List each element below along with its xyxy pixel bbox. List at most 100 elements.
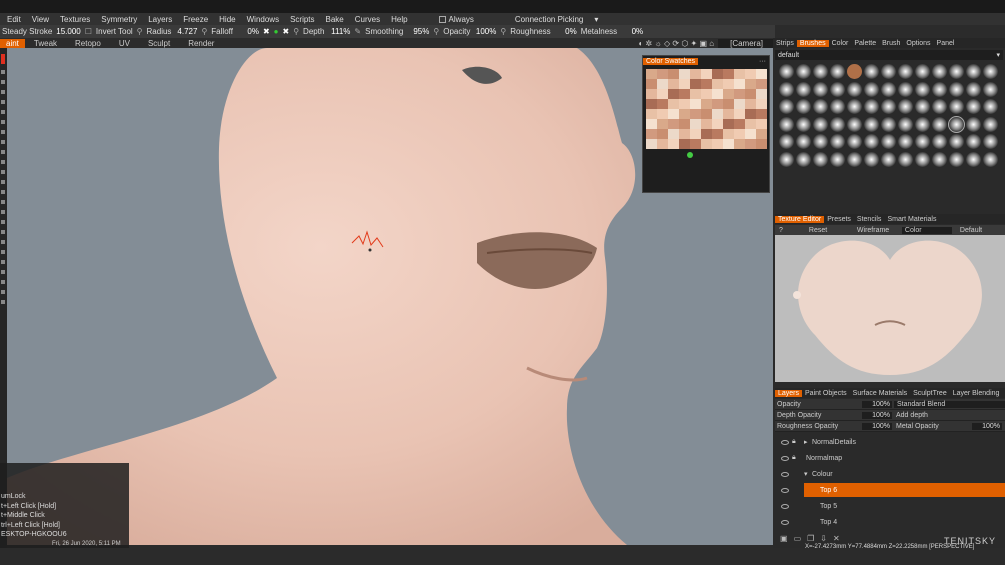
color-swatch[interactable] [646,139,657,149]
layer-opacity-value[interactable]: 100% [862,400,892,408]
search-icon[interactable]: ⚲ [201,27,207,36]
color-swatch[interactable] [745,129,756,139]
color-swatch[interactable] [701,79,712,89]
brush-alpha-icon[interactable] [898,81,913,97]
brush-alpha-icon[interactable] [864,81,879,97]
brush-alpha-icon[interactable] [796,64,811,79]
tab-uv[interactable]: UV [110,39,139,48]
menu-layers[interactable]: Layers [148,15,172,24]
color-swatch[interactable] [723,89,734,99]
color-swatch[interactable] [712,139,723,149]
color-swatch[interactable] [723,139,734,149]
brush-alpha-icon[interactable] [779,64,794,79]
list-item[interactable]: 🔒︎ ▸ NormalDetails [775,434,1005,450]
color-swatch[interactable] [745,79,756,89]
list-item[interactable]: Top 4 [775,514,1005,530]
close-icon[interactable]: ✖ [263,27,270,36]
tab-presets[interactable]: Presets [824,216,854,223]
color-swatch[interactable] [690,109,701,119]
brush-alpha-icon[interactable] [779,81,794,97]
tab-sculpttree[interactable]: SculptTree [910,390,950,397]
menu-textures[interactable]: Textures [60,15,90,24]
brush-alpha-icon[interactable] [830,64,845,79]
color-swatch[interactable] [734,119,745,129]
brush-alpha-icon[interactable] [813,81,828,97]
color-swatch[interactable] [712,99,723,109]
color-swatch[interactable] [712,89,723,99]
stroke-value[interactable]: 15.000 [56,27,80,36]
brush-alpha-icon[interactable] [915,81,930,97]
brush-alpha-icon[interactable] [932,151,947,167]
color-swatch[interactable] [734,69,745,79]
depth-opacity-value[interactable]: 100% [862,411,892,419]
brush-alpha-icon[interactable] [983,151,998,167]
brush-alpha-icon[interactable] [932,64,947,79]
color-swatch[interactable] [646,89,657,99]
color-swatch[interactable] [723,79,734,89]
brush-alpha-icon[interactable] [932,81,947,97]
color-swatch[interactable] [657,99,668,109]
brush-alpha-icon[interactable] [949,99,964,114]
brush-alpha-icon[interactable] [932,134,947,149]
tab-smart-materials[interactable]: Smart Materials [884,216,939,223]
color-swatch[interactable] [668,79,679,89]
color-swatch[interactable] [679,109,690,119]
color-swatch[interactable] [668,119,679,129]
tab-brush[interactable]: Brush [879,40,903,47]
brush-alpha-icon[interactable] [779,134,794,149]
color-swatch[interactable] [756,79,767,89]
tool-icon[interactable] [1,180,5,184]
brush-alpha-icon[interactable] [796,116,811,132]
tab-paint[interactable]: aint [0,38,25,48]
brush-alpha-icon[interactable] [796,134,811,149]
brush-alpha-icon[interactable] [948,115,965,133]
brush-alpha-icon[interactable] [898,151,913,167]
eye-icon[interactable] [781,471,789,477]
tool-icon[interactable] [1,290,5,294]
menu-hide[interactable]: Hide [219,15,235,24]
tab-brushes[interactable]: Brushes [796,39,829,47]
brush-alpha-icon[interactable] [966,151,981,167]
color-swatch[interactable] [756,129,767,139]
collapse-arrow-icon[interactable]: ▾ [804,470,812,478]
falloff-value[interactable]: 0% [237,27,259,36]
color-swatch[interactable] [712,109,723,119]
tool-icon[interactable] [1,130,5,134]
color-swatch[interactable] [701,129,712,139]
brush-alpha-icon[interactable] [881,64,896,79]
brush-alpha-icon[interactable] [864,151,879,167]
list-item[interactable]: 🔒︎ Normalmap [775,450,1005,466]
brush-alpha-icon[interactable] [847,134,862,149]
brush-alpha-icon[interactable] [830,134,845,149]
color-swatch[interactable] [690,119,701,129]
tab-options[interactable]: Options [903,40,933,47]
color-swatch[interactable] [657,119,668,129]
color-swatch[interactable] [712,119,723,129]
tool-icon[interactable] [1,190,5,194]
menu-view[interactable]: View [32,15,49,24]
brush-alpha-icon[interactable] [830,151,845,167]
eye-icon[interactable] [781,519,789,525]
list-item[interactable]: ▾ Colour [775,466,1005,482]
tool-icon[interactable] [1,280,5,284]
color-swatch[interactable] [745,139,756,149]
brush-alpha-icon[interactable] [813,64,828,79]
color-swatch[interactable] [690,79,701,89]
menu-windows[interactable]: Windows [247,15,279,24]
color-swatch[interactable] [668,69,679,79]
color-swatch[interactable] [646,119,657,129]
brush-alpha-icon[interactable] [830,81,845,97]
tab-color[interactable]: Color [829,40,852,47]
pencil-icon[interactable]: ✎ [354,27,361,36]
brush-alpha-icon[interactable] [915,151,930,167]
color-swatch[interactable] [701,119,712,129]
tool-icon[interactable] [1,260,5,264]
brush-alpha-icon[interactable] [932,99,947,114]
color-swatch[interactable] [668,139,679,149]
brush-alpha-icon[interactable] [915,64,930,79]
color-swatch[interactable] [756,139,767,149]
color-swatch[interactable] [657,69,668,79]
color-swatch[interactable] [657,139,668,149]
brush-alpha-icon[interactable] [779,99,794,114]
color-swatch[interactable] [723,109,734,119]
